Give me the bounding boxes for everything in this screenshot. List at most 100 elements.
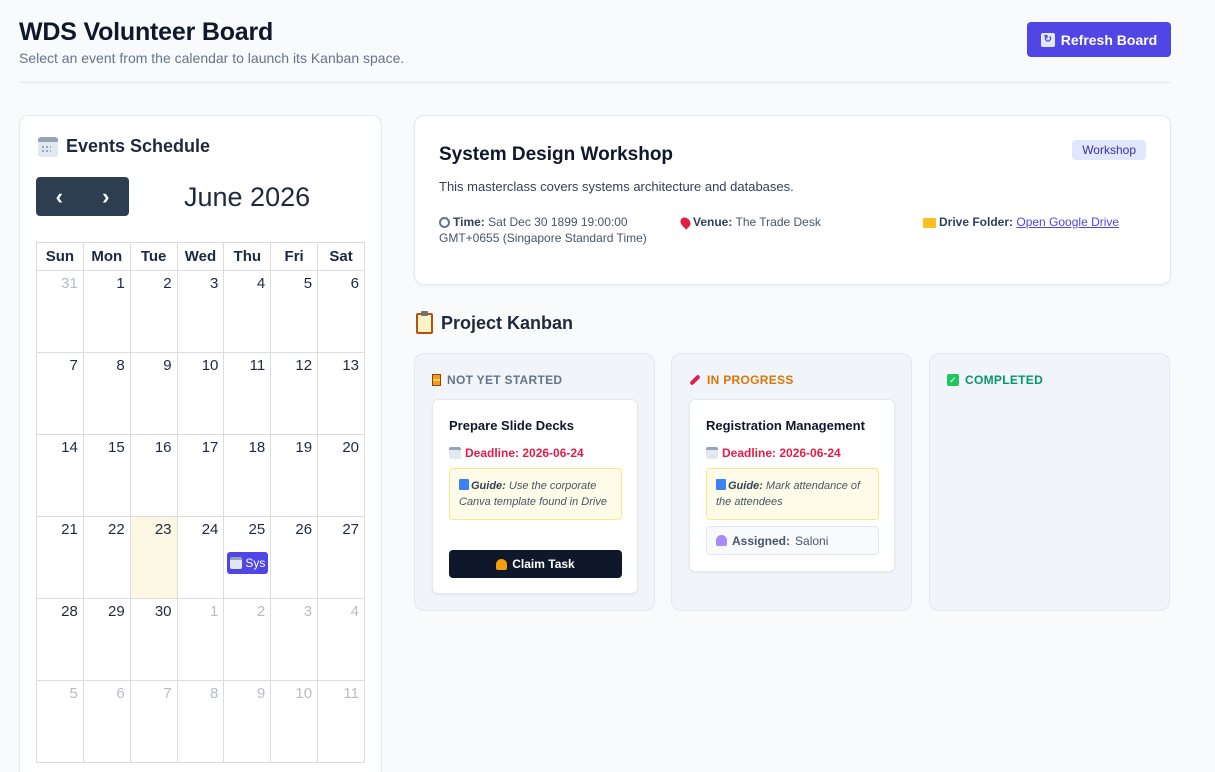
chevron-left-icon: ‹ bbox=[55, 183, 63, 209]
calendar-day[interactable]: 9 bbox=[223, 680, 272, 763]
event-details-card: System Design Workshop Workshop This mas… bbox=[414, 115, 1171, 285]
calendar-day[interactable]: 13 bbox=[317, 352, 365, 435]
column-title: COMPLETED bbox=[965, 373, 1044, 387]
page-title: WDS Volunteer Board bbox=[19, 18, 274, 46]
page-header: WDS Volunteer Board Select an event from… bbox=[19, 18, 1171, 83]
clipboard-icon bbox=[416, 311, 433, 334]
weekday-thu: Thu bbox=[223, 242, 272, 271]
calendar-day[interactable]: 11 bbox=[317, 680, 365, 763]
clock-icon bbox=[439, 217, 450, 228]
calendar-week: 7 8 9 10 11 12 13 bbox=[36, 352, 365, 435]
calendar-day[interactable]: 14 bbox=[36, 434, 84, 517]
task-title: Registration Management bbox=[706, 418, 865, 433]
task-card[interactable]: Registration Management Deadline: 2026-0… bbox=[689, 399, 895, 572]
calendar-day[interactable]: 2 bbox=[129, 270, 178, 353]
events-schedule-title: Events Schedule bbox=[66, 136, 211, 156]
calendar-day[interactable]: 3 bbox=[176, 270, 225, 353]
column-header: NOT YET STARTED bbox=[432, 373, 562, 387]
calendar-day[interactable]: 7 bbox=[129, 680, 178, 763]
event-time-value: Sat Dec 30 1899 19:00:00 bbox=[488, 215, 628, 229]
calendar-day[interactable]: 17 bbox=[176, 434, 225, 517]
event-time: Time: Sat Dec 30 1899 19:00:00 GMT+0655 … bbox=[439, 214, 647, 246]
task-assignee: Assigned: Saloni bbox=[706, 526, 879, 555]
calendar-icon bbox=[706, 447, 718, 459]
weekday-sat: Sat bbox=[317, 242, 365, 271]
task-guide: Guide: Use the corporate Canva template … bbox=[449, 468, 622, 520]
calendar-day-today[interactable]: 23 bbox=[129, 516, 178, 599]
page-subtitle: Select an event from the calendar to lau… bbox=[19, 50, 405, 66]
refresh-board-button[interactable]: ↻ Refresh Board bbox=[1027, 22, 1171, 57]
calendar-day[interactable]: 16 bbox=[129, 434, 178, 517]
calendar-day[interactable]: 21 bbox=[36, 516, 84, 599]
calendar-day[interactable]: 2 bbox=[223, 598, 272, 681]
calendar-day[interactable]: 7 bbox=[36, 352, 84, 435]
event-type-badge: Workshop bbox=[1072, 140, 1146, 160]
calendar-day[interactable]: 27 bbox=[317, 516, 365, 599]
calendar-day[interactable]: 8 bbox=[176, 680, 225, 763]
prev-month-button[interactable]: ‹ bbox=[36, 177, 83, 216]
calendar-day[interactable]: 10 bbox=[176, 352, 225, 435]
weekday-sun: Sun bbox=[36, 242, 84, 271]
next-month-button[interactable]: › bbox=[83, 177, 130, 216]
task-card[interactable]: Prepare Slide Decks Deadline: 2026-06-24… bbox=[432, 399, 638, 594]
weekday-header-row: Sun Mon Tue Wed Thu Fri Sat bbox=[36, 242, 365, 271]
person-icon bbox=[716, 535, 727, 546]
kanban-column-completed: ✓ COMPLETED bbox=[929, 353, 1170, 611]
calendar-event-chip[interactable]: Sys bbox=[227, 552, 269, 574]
calendar-day[interactable]: 6 bbox=[82, 680, 131, 763]
calendar-day[interactable]: 26 bbox=[270, 516, 319, 599]
calendar-day[interactable]: 31 bbox=[36, 270, 84, 353]
column-header: ✓ COMPLETED bbox=[947, 373, 1043, 387]
hourglass-icon bbox=[432, 374, 441, 386]
calendar-week: 5 6 7 8 9 10 11 bbox=[36, 680, 365, 763]
book-icon bbox=[459, 479, 469, 490]
calendar-day-with-event[interactable]: 25 Sys bbox=[223, 516, 272, 599]
calendar-day[interactable]: 22 bbox=[82, 516, 131, 599]
open-google-drive-link[interactable]: Open Google Drive bbox=[1016, 215, 1119, 229]
calendar-day[interactable]: 29 bbox=[82, 598, 131, 681]
calendar-week: 21 22 23 24 25 Sys 26 27 bbox=[36, 516, 365, 599]
raised-hand-icon bbox=[496, 558, 508, 570]
calendar-day[interactable]: 15 bbox=[82, 434, 131, 517]
calendar-day[interactable]: 5 bbox=[270, 270, 319, 353]
task-deadline: Deadline: 2026-06-24 bbox=[449, 446, 584, 460]
book-icon bbox=[716, 479, 726, 490]
task-guide-label: Guide: bbox=[471, 480, 506, 492]
check-icon: ✓ bbox=[947, 374, 959, 386]
event-title: System Design Workshop bbox=[439, 144, 674, 165]
calendar-day[interactable]: 12 bbox=[270, 352, 319, 435]
claim-task-button[interactable]: Claim Task bbox=[449, 550, 622, 578]
weekday-fri: Fri bbox=[270, 242, 319, 271]
calendar-day[interactable]: 5 bbox=[36, 680, 84, 763]
calendar-day[interactable]: 9 bbox=[129, 352, 178, 435]
calendar-week: 28 29 30 1 2 3 4 bbox=[36, 598, 365, 681]
calendar-day[interactable]: 19 bbox=[270, 434, 319, 517]
calendar-day[interactable]: 4 bbox=[317, 598, 365, 681]
refresh-icon: ↻ bbox=[1040, 32, 1055, 47]
weekday-mon: Mon bbox=[82, 242, 131, 271]
event-drive-folder: Drive Folder: Open Google Drive bbox=[923, 214, 1119, 230]
event-description: This masterclass covers systems architec… bbox=[439, 179, 794, 194]
refresh-board-label: Refresh Board bbox=[1060, 31, 1158, 48]
event-time-label: Time: bbox=[453, 215, 485, 229]
calendar-day[interactable]: 18 bbox=[223, 434, 272, 517]
calendar-day[interactable]: 3 bbox=[270, 598, 319, 681]
calendar-day[interactable]: 4 bbox=[223, 270, 272, 353]
kanban-column-not-started: NOT YET STARTED Prepare Slide Decks Dead… bbox=[414, 353, 655, 611]
weekday-tue: Tue bbox=[129, 242, 178, 271]
calendar-day[interactable]: 30 bbox=[129, 598, 178, 681]
calendar-day[interactable]: 10 bbox=[270, 680, 319, 763]
calendar-day[interactable]: 28 bbox=[36, 598, 84, 681]
folder-icon bbox=[923, 218, 936, 228]
calendar-day[interactable]: 20 bbox=[317, 434, 365, 517]
calendar-week: 14 15 16 17 18 19 20 bbox=[36, 434, 365, 517]
task-assigned-name: Saloni bbox=[795, 533, 829, 548]
calendar-day[interactable]: 8 bbox=[82, 352, 131, 435]
calendar-icon bbox=[449, 447, 461, 459]
calendar-day[interactable]: 24 bbox=[176, 516, 225, 599]
calendar-day[interactable]: 1 bbox=[176, 598, 225, 681]
calendar-day[interactable]: 6 bbox=[317, 270, 365, 353]
calendar-day[interactable]: 11 bbox=[223, 352, 272, 435]
syringe-icon bbox=[689, 374, 701, 386]
calendar-day[interactable]: 1 bbox=[82, 270, 131, 353]
